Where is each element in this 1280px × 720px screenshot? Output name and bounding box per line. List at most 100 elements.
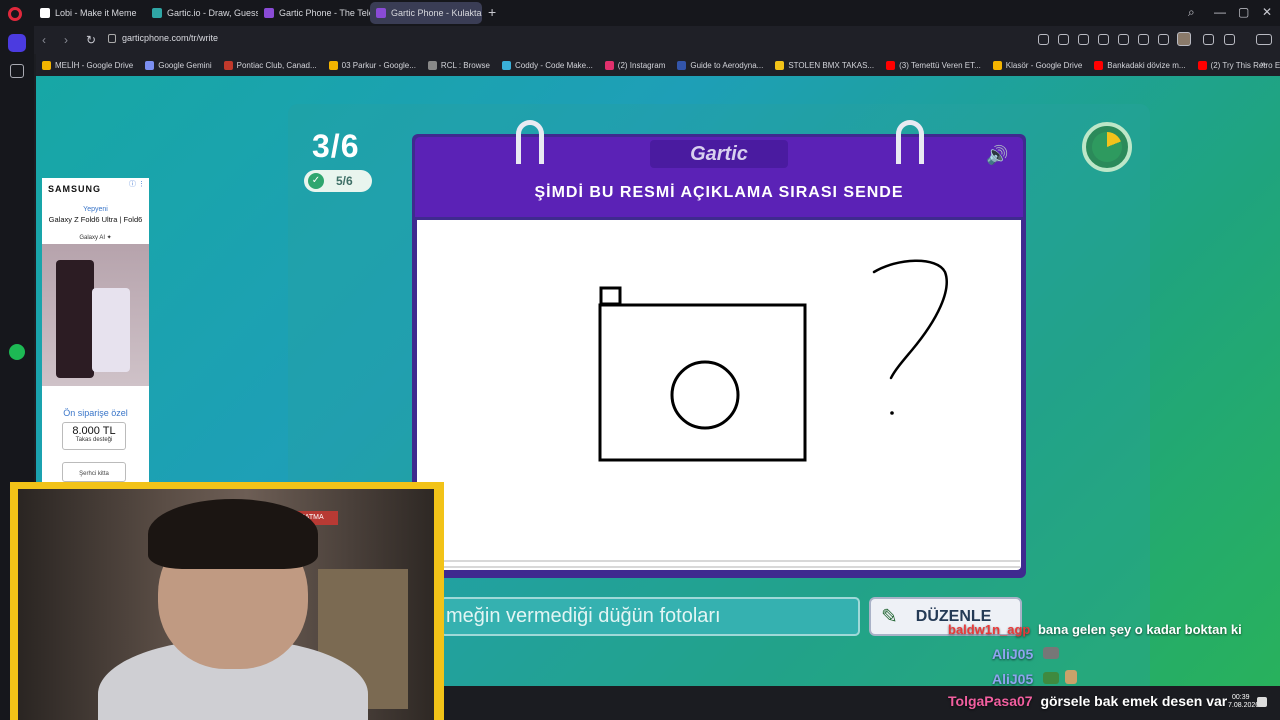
bookmark-item[interactable]: Guide to Aerodyna... xyxy=(671,60,769,70)
opera-logo-icon[interactable] xyxy=(8,7,22,21)
chat-username: AliJ05 xyxy=(992,646,1034,662)
tab-label: Gartic.io - Draw, Guess, W xyxy=(167,8,258,18)
pencil-icon: ✎ xyxy=(881,606,898,628)
play-icon[interactable] xyxy=(1098,34,1109,45)
chat-username: TolgaPasa07 xyxy=(948,693,1033,709)
check-icon: ✓ xyxy=(308,173,324,189)
bookmark-label: (2) Try This Retro Eff... xyxy=(1210,60,1280,70)
minimize-icon[interactable]: — xyxy=(1214,5,1226,19)
bookmark-label: STOLEN BMX TAKAS... xyxy=(788,60,875,70)
camera-body-sketch xyxy=(598,303,807,462)
speaker-icon[interactable]: 🔊 xyxy=(986,145,1008,166)
notification-icon[interactable] xyxy=(1257,697,1267,707)
ad-model: Galaxy Z Fold6 Ultra | Fold6 xyxy=(48,215,143,224)
bookmark-item[interactable]: (2) Try This Retro Eff... xyxy=(1192,60,1280,70)
webcam-video: AYJATMA xyxy=(18,489,434,720)
chat-message: bana gelen şey o kadar boktan ki xyxy=(1037,622,1242,637)
heart-icon[interactable] xyxy=(1118,34,1129,45)
bookmarks-more-icon[interactable]: » xyxy=(1260,59,1266,70)
close-icon[interactable]: ✕ xyxy=(1262,5,1272,19)
timer-icon xyxy=(1082,122,1132,172)
address-bar: ‹ › ↻ garticphone.com/tr/write xyxy=(0,26,1280,54)
spotify-icon[interactable] xyxy=(9,344,25,360)
reload-icon[interactable]: ↻ xyxy=(86,33,96,47)
ad-price: 8.000 TL xyxy=(72,425,116,437)
camera-icon[interactable] xyxy=(1058,34,1069,45)
drive-icon xyxy=(992,60,1002,70)
bookmark-label: Klasör - Google Drive xyxy=(1005,60,1083,70)
bookmarks-bar: MELİH - Google Drive Google Gemini Ponti… xyxy=(36,54,1280,76)
home-icon[interactable] xyxy=(8,34,26,52)
round-counter: 3/6 xyxy=(312,128,360,164)
bookmark-item[interactable]: Pontiac Club, Canad... xyxy=(218,60,323,70)
tab-favicon-icon xyxy=(264,8,274,18)
drive-icon xyxy=(42,60,51,70)
ad-info-icon[interactable]: ⓘ ⋮ xyxy=(129,179,145,189)
pontiac-icon xyxy=(223,60,233,70)
browser-tab-bar: Lobi - Make it Meme Gartic.io - Draw, Gu… xyxy=(0,0,1280,26)
new-tab-plus-icon[interactable]: + xyxy=(488,4,496,20)
sidebar-toggle-icon[interactable] xyxy=(1203,34,1214,45)
guide-icon xyxy=(677,60,687,70)
ad-trade: Takas desteği xyxy=(75,437,113,443)
bookmark-item[interactable]: Bankadaki dövize m... xyxy=(1088,60,1191,70)
chat-line: AliJ05 xyxy=(992,646,1060,662)
tab-favicon-icon xyxy=(40,8,50,18)
ad-phone-image xyxy=(92,288,130,372)
chat-message: görsele bak emek desen var xyxy=(1040,693,1228,709)
ad-tag: Yepyeni xyxy=(83,206,108,213)
youtube-icon xyxy=(1197,60,1207,70)
shield-icon[interactable] xyxy=(1078,34,1089,45)
bookmark-label: (2) Instagram xyxy=(617,60,666,70)
url-text: garticphone.com/tr/write xyxy=(122,33,219,43)
bookmark-item[interactable]: Google Gemini xyxy=(139,60,217,70)
back-icon[interactable]: ‹ xyxy=(42,33,46,47)
edit-page-icon[interactable] xyxy=(1038,34,1049,45)
bookmark-label: (3) Temettü Veren ET... xyxy=(899,60,981,70)
bookmark-label: Guide to Aerodyna... xyxy=(690,60,764,70)
ai-icon[interactable] xyxy=(1256,34,1272,45)
drive-icon xyxy=(328,60,338,70)
extensions-icon[interactable] xyxy=(1224,34,1235,45)
bookmark-item[interactable]: (2) Instagram xyxy=(599,60,672,70)
download-icon[interactable] xyxy=(1138,34,1149,45)
gartic-logo: Gartic xyxy=(650,140,788,168)
ad-ai: Galaxy AI ✦ xyxy=(79,235,112,241)
youtube-icon xyxy=(1094,60,1104,70)
forward-icon[interactable]: › xyxy=(64,33,68,47)
tab-gartic-phone-teleph[interactable]: Gartic Phone - The Teleph xyxy=(258,2,370,24)
question-dot-sketch xyxy=(890,411,894,415)
bookmark-item[interactable]: (3) Temettü Veren ET... xyxy=(880,60,987,70)
bookmark-item[interactable]: Coddy - Code Make... xyxy=(496,60,599,70)
bmx-icon xyxy=(775,60,785,70)
bookmark-item[interactable]: STOLEN BMX TAKAS... xyxy=(769,60,880,70)
chat-emote-icon xyxy=(1043,647,1060,659)
url-field[interactable]: garticphone.com/tr/write xyxy=(108,33,218,43)
bookmark-label: Google Gemini xyxy=(158,60,212,70)
profile-avatar-icon[interactable] xyxy=(1177,32,1191,46)
search-tabs-icon[interactable]: ⌕ xyxy=(1188,5,1195,20)
maximize-icon[interactable]: ▢ xyxy=(1238,5,1249,19)
tab-gartic-phone-kulakta[interactable]: Gartic Phone - Kulakta xyxy=(370,2,482,24)
samsung-ad[interactable]: SAMSUNG ⓘ ⋮ Yepyeni Galaxy Z Fold6 Ultra… xyxy=(42,178,149,484)
menu-icon[interactable] xyxy=(1158,34,1169,45)
instagram-icon xyxy=(604,60,614,70)
ad-brand: SAMSUNG xyxy=(48,184,102,194)
tab-label: Gartic Phone - The Teleph xyxy=(279,8,370,18)
tab-make-it-meme[interactable]: Lobi - Make it Meme xyxy=(34,2,146,24)
star-icon[interactable] xyxy=(10,64,24,78)
chat-line: TolgaPasa07 görsele bak emek desen var xyxy=(948,693,1227,709)
bookmark-item[interactable]: 03 Parkur - Google... xyxy=(323,60,422,70)
clock-time: 00:39 xyxy=(1232,694,1250,701)
tab-gartic-io[interactable]: Gartic.io - Draw, Guess, W xyxy=(146,2,258,24)
description-input[interactable]: meğin vermediği düğün fotoları xyxy=(440,597,860,636)
description-text: meğin vermediği düğün fotoları xyxy=(446,605,721,627)
tab-label: Gartic Phone - Kulakta xyxy=(391,8,482,18)
chat-line: AliJ05 xyxy=(992,670,1078,687)
prompt-title: ŞİMDİ BU RESMİ AÇIKLAMA SIRASI SENDE xyxy=(534,184,904,201)
bookmark-item[interactable]: MELİH - Google Drive xyxy=(36,60,139,70)
lock-icon xyxy=(108,33,116,43)
bookmark-item[interactable]: RCL : Browse xyxy=(422,60,496,70)
bookmark-item[interactable]: Klasör - Google Drive xyxy=(987,60,1088,70)
players-done-badge: ✓ 5/6 xyxy=(304,170,372,192)
